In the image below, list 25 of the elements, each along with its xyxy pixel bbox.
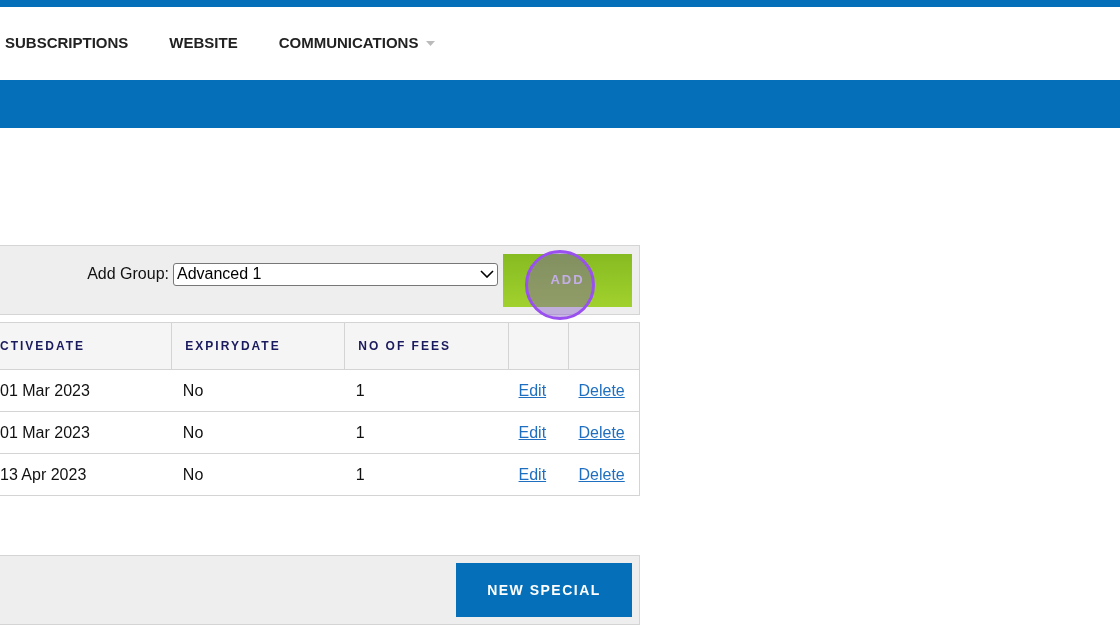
table-cell: 1: [344, 369, 509, 412]
column-header: NO OF FEES: [344, 322, 509, 370]
chevron-down-icon: [480, 270, 494, 278]
table-cell: 1: [344, 411, 509, 454]
column-header: CTIVEDATE: [0, 322, 172, 370]
table-cell: No: [171, 369, 345, 412]
delete-link[interactable]: Delete: [578, 381, 625, 399]
edit-link[interactable]: Edit: [518, 423, 547, 441]
table-cell: 01 Mar 2023: [0, 411, 172, 454]
group-select[interactable]: Advanced 1: [173, 262, 498, 286]
column-header: EXPIRYDATE: [171, 322, 345, 370]
delete-link[interactable]: Delete: [578, 465, 625, 483]
table-cell: 13 Apr 2023: [0, 453, 172, 496]
nav-link[interactable]: SUBSCRIPTIONS: [5, 32, 129, 55]
new-special-button[interactable]: NEW SPECIAL: [456, 563, 632, 617]
edit-link[interactable]: Edit: [518, 465, 547, 483]
delete-link[interactable]: Delete: [578, 423, 625, 441]
edit-link[interactable]: Edit: [518, 381, 547, 399]
table-cell: No: [171, 411, 345, 454]
table-cell: No: [171, 453, 345, 496]
table-cell: 1: [344, 453, 509, 496]
nav-link[interactable]: WEBSITE: [169, 32, 238, 55]
nav-link[interactable]: COMMUNICATIONS: [278, 32, 436, 55]
add-group-label: Add Group:: [87, 264, 169, 284]
table-cell: 01 Mar 2023: [0, 369, 172, 412]
